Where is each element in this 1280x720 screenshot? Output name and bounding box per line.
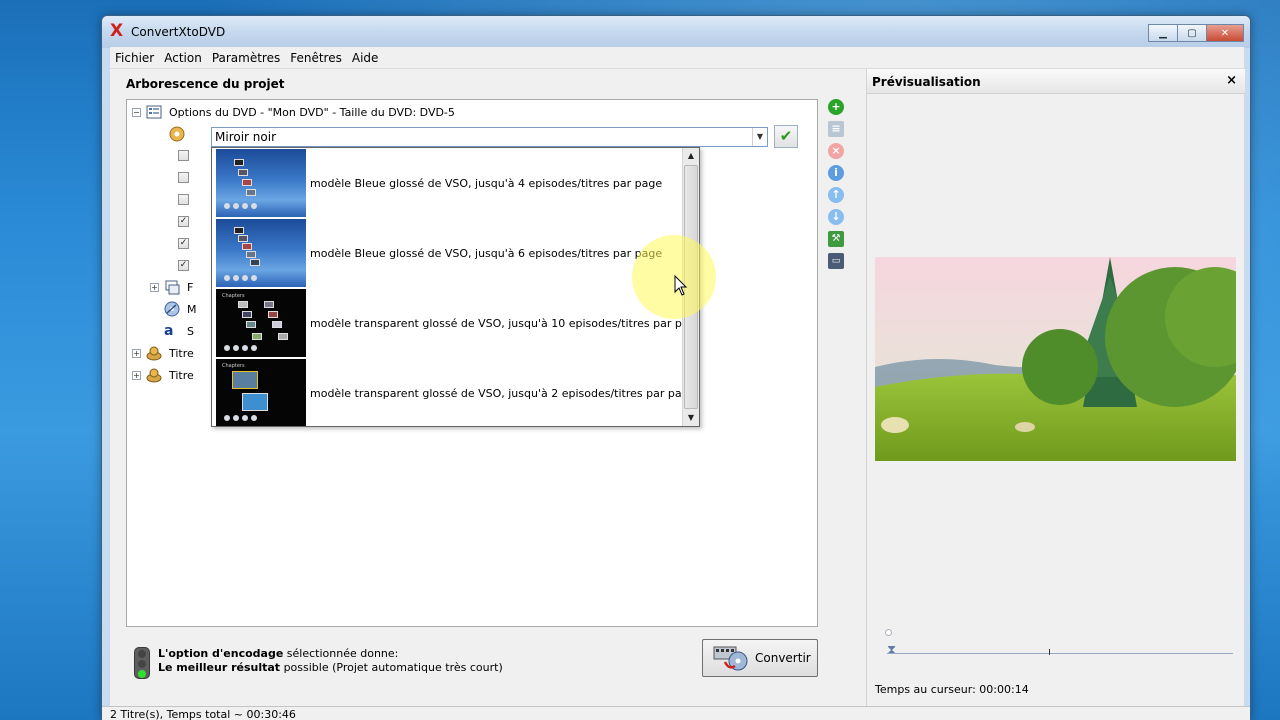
encoding-status: L'option d'encodage sélectionnée donne: …	[158, 647, 503, 675]
menu-template-icon	[169, 126, 185, 142]
dropdown-item-label: modèle Bleue glossé de VSO, jusqu'à 6 ep…	[310, 246, 663, 260]
app-window: X ConvertXtoDVD ▁ ▢ ✕ Fichier Action Par…	[101, 15, 1251, 720]
tree-row-title-2[interactable]: + Titre	[132, 365, 194, 385]
add-icon[interactable]: +	[828, 99, 844, 115]
merge-icon[interactable]: ≡	[828, 121, 844, 137]
mouse-cursor-icon	[674, 275, 688, 296]
status-line1-rest: sélectionnée donne:	[286, 647, 399, 660]
option-checkbox-6[interactable]: ✓	[178, 260, 189, 271]
template-thumbnail: Chapters	[216, 289, 306, 357]
tools-icon[interactable]: ⚒	[828, 231, 844, 247]
menu-fichier[interactable]: Fichier	[110, 51, 159, 65]
menu-bar: Fichier Action Paramètres Fenêtres Aide	[110, 47, 1244, 69]
tree-row-title-1[interactable]: + Titre	[132, 343, 194, 363]
close-icon[interactable]: ×	[1226, 73, 1237, 88]
subtitle-settings-icon	[164, 279, 180, 295]
title-film-icon	[146, 345, 162, 361]
status-bar: 2 Titre(s), Temps total ~ 00:30:46	[102, 706, 1250, 720]
collapse-icon[interactable]: −	[132, 107, 141, 117]
traffic-light-icon	[134, 647, 150, 679]
tree-row-s[interactable]: a S	[164, 321, 194, 341]
close-button[interactable]: ✕	[1206, 24, 1244, 42]
option-checkbox-4[interactable]: ✓	[178, 216, 189, 227]
preview-panel: Prévisualisation × ⧗ Temps au curseur: 0…	[866, 69, 1245, 706]
tree-row-f-label: F	[187, 280, 194, 294]
scroll-down-icon[interactable]: ▼	[683, 410, 699, 426]
option-checkbox-3[interactable]	[178, 194, 189, 205]
status-line1-bold: L'option d'encodage	[158, 647, 284, 660]
menu-action[interactable]: Action	[159, 51, 207, 65]
convert-film-disc-icon	[713, 644, 749, 672]
template-thumbnail	[216, 219, 306, 287]
move-up-icon[interactable]: ↑	[828, 187, 844, 203]
preview-image	[875, 257, 1236, 461]
menu-aide[interactable]: Aide	[347, 51, 384, 65]
info-icon[interactable]: i	[828, 165, 844, 181]
expand-icon[interactable]: +	[132, 348, 141, 358]
dropdown-item[interactable]: Chapters modèle transparent glossé de VS…	[216, 289, 699, 357]
scroll-up-icon[interactable]: ▲	[683, 148, 699, 164]
tree-root-row[interactable]: − Options du DVD - "Mon DVD" - Taille du…	[132, 102, 455, 122]
option-checkbox-5[interactable]: ✓	[178, 238, 189, 249]
disc-icon	[164, 301, 180, 317]
thumb-caption: Chapters	[222, 363, 245, 369]
client-area: Arborescence du projet − Options du DVD …	[110, 69, 1245, 706]
template-thumbnail: Chapters	[216, 359, 306, 426]
chevron-down-icon[interactable]: ▼	[752, 128, 767, 146]
monitor-icon[interactable]: ▭	[828, 253, 844, 269]
preview-header: Prévisualisation ×	[867, 69, 1245, 94]
template-dropdown-list[interactable]: modèle Bleue glossé de VSO, jusqu'à 4 ep…	[211, 147, 700, 427]
dropdown-item-label: modèle transparent glossé de VSO, jusqu'…	[310, 316, 700, 330]
remove-icon[interactable]: ×	[828, 143, 844, 159]
preview-title: Prévisualisation	[872, 75, 981, 89]
maximize-button[interactable]: ▢	[1177, 24, 1207, 42]
tree-root-label: Options du DVD - "Mon DVD" - Taille du D…	[169, 105, 455, 119]
menu-fenetres[interactable]: Fenêtres	[285, 51, 347, 65]
dropdown-item-label: modèle Bleue glossé de VSO, jusqu'à 4 ep…	[310, 176, 663, 190]
menu-template-combo[interactable]: Miroir noir ▼	[211, 127, 768, 147]
tree-row-f[interactable]: + F	[150, 277, 193, 297]
project-tree[interactable]: − Options du DVD - "Mon DVD" - Taille du…	[126, 99, 818, 627]
option-checkbox-2[interactable]	[178, 172, 189, 183]
expand-icon[interactable]: +	[150, 282, 159, 292]
option-checkbox-1[interactable]	[178, 150, 189, 161]
timeline-marker-icon	[885, 629, 892, 636]
tree-row-title-1-label: Titre	[169, 346, 194, 360]
dvd-options-icon	[146, 104, 162, 120]
minimize-button[interactable]: ▁	[1148, 24, 1178, 42]
move-down-icon[interactable]: ↓	[828, 209, 844, 225]
window-title: ConvertXtoDVD	[131, 25, 226, 39]
dropdown-item-label: modèle transparent glossé de VSO, jusqu'…	[310, 386, 696, 400]
cursor-time: Temps au curseur: 00:00:14	[875, 683, 1029, 696]
status-line2-rest: possible (Projet automatique très court)	[283, 661, 503, 674]
thumb-caption: Chapters	[222, 293, 245, 299]
tree-row-title-2-label: Titre	[169, 368, 194, 382]
template-thumbnail	[216, 149, 306, 217]
status-bar-text: 2 Titre(s), Temps total ~ 00:30:46	[110, 708, 296, 720]
status-line2-bold: Le meilleur résultat	[158, 661, 281, 674]
apply-checkmark-button[interactable]: ✔	[774, 125, 798, 148]
tree-row-s-label: S	[187, 324, 194, 338]
text-font-icon: a	[164, 323, 174, 339]
timeline-cursor-icon[interactable]: ⧗	[887, 643, 896, 658]
expand-icon[interactable]: +	[132, 370, 141, 380]
convert-button-label: Convertir	[755, 651, 811, 665]
timeline-tick	[1049, 649, 1050, 655]
tree-row-m[interactable]: M	[164, 299, 197, 319]
dropdown-item[interactable]: Chapters modèle transparent glossé de VS…	[216, 359, 695, 426]
dropdown-item[interactable]: modèle Bleue glossé de VSO, jusqu'à 6 ep…	[216, 219, 680, 287]
menu-parametres[interactable]: Paramètres	[207, 51, 285, 65]
title-bar: X ConvertXtoDVD ▁ ▢ ✕	[102, 16, 1250, 48]
convertxtodvd-logo-icon: X	[110, 21, 124, 41]
combo-value: Miroir noir	[215, 130, 276, 144]
tree-row-m-label: M	[187, 302, 197, 316]
window-controls: ▁ ▢ ✕	[1148, 24, 1244, 42]
project-tree-header: Arborescence du projet	[126, 77, 285, 91]
dropdown-item[interactable]: modèle Bleue glossé de VSO, jusqu'à 4 ep…	[216, 149, 680, 217]
convert-button[interactable]: Convertir	[702, 639, 818, 677]
title-film-icon	[146, 367, 162, 383]
timeline-track[interactable]	[887, 653, 1233, 654]
